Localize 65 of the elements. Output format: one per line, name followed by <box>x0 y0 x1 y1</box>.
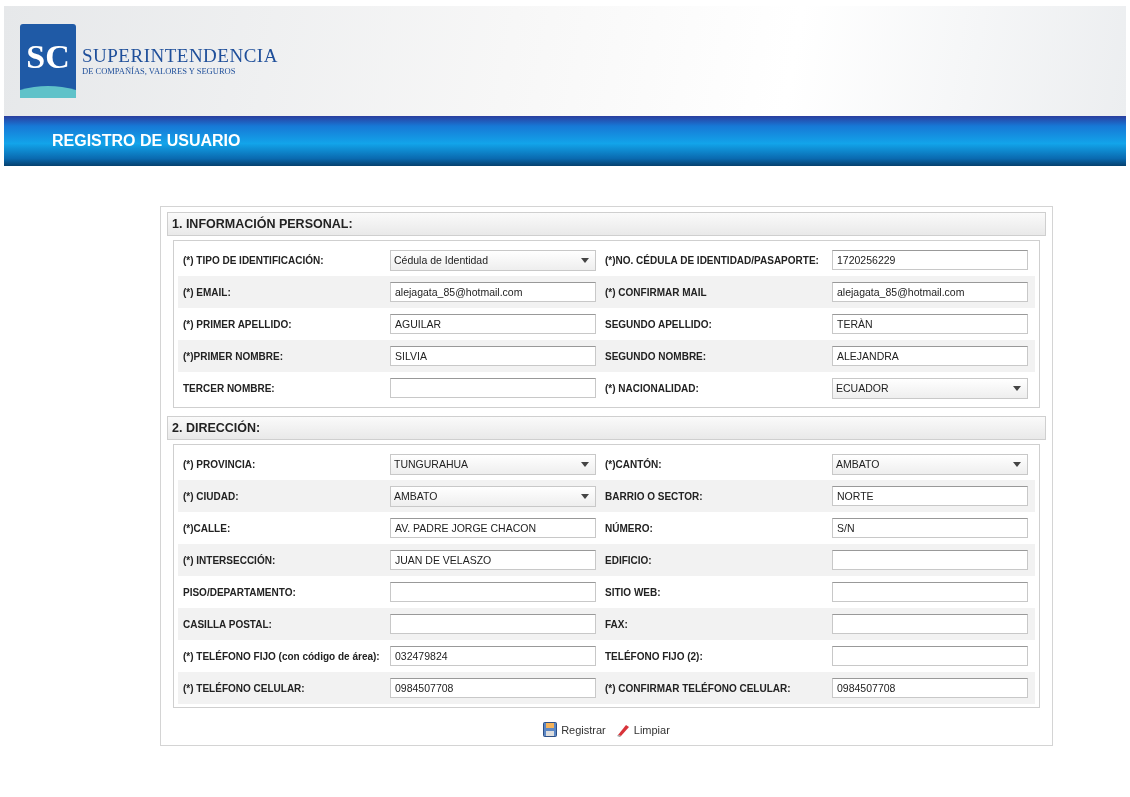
field-label: CASILLA POSTAL: <box>182 618 273 630</box>
field-label: TERCER NOMBRE: <box>182 382 276 394</box>
dropdown[interactable]: TUNGURAHUA <box>390 453 596 475</box>
dropdown[interactable]: AMBATO <box>390 485 596 507</box>
input-field[interactable]: alejagata_85@hotmail.com <box>832 282 1028 302</box>
input-field[interactable]: 1720256229 <box>832 250 1028 270</box>
field-label: (*) CIUDAD: <box>182 490 240 502</box>
field-label: NÚMERO: <box>604 522 654 534</box>
field-label: (*)NO. CÉDULA DE IDENTIDAD/PASAPORTE: <box>604 254 820 266</box>
field-label: (*)CALLE: <box>182 522 232 534</box>
input-field[interactable]: SILVIA <box>390 346 596 366</box>
field-label: (*) PRIMER APELLIDO: <box>182 318 293 330</box>
eraser-icon <box>615 722 630 737</box>
input-field[interactable] <box>390 378 596 398</box>
caret-icon <box>1013 461 1021 467</box>
field-label: (*) TELÉFONO FIJO (con código de área): <box>182 650 381 662</box>
input-field[interactable] <box>832 550 1028 570</box>
input-field[interactable]: ALEJANDRA <box>832 346 1028 366</box>
field-label: FAX: <box>604 618 629 630</box>
field-label: SITIO WEB: <box>604 586 662 598</box>
input-field[interactable] <box>390 582 596 602</box>
clear-link[interactable]: Limpiar <box>615 722 670 737</box>
dropdown[interactable]: AMBATO <box>832 453 1028 475</box>
section-title: 2. DIRECCIÓN: <box>172 421 261 435</box>
input-field[interactable] <box>832 582 1028 602</box>
input-field[interactable]: JUAN DE VELASZO <box>390 550 596 570</box>
field-label: (*)PRIMER NOMBRE: <box>182 350 284 362</box>
field-label: (*)CANTÓN: <box>604 458 663 470</box>
input-field[interactable] <box>832 614 1028 634</box>
input-field[interactable]: AV. PADRE JORGE CHACON <box>390 518 596 538</box>
input-field[interactable]: AGUILAR <box>390 314 596 334</box>
input-field[interactable]: S/N <box>832 518 1028 538</box>
field-label: (*) NACIONALIDAD: <box>604 382 700 394</box>
dropdown[interactable]: ECUADOR <box>832 377 1028 399</box>
field-label: (*) EMAIL: <box>182 286 232 298</box>
input-field[interactable]: NORTE <box>832 486 1028 506</box>
dropdown[interactable]: Cédula de Identidad <box>390 249 596 271</box>
caret-icon <box>581 257 589 263</box>
register-link[interactable]: Registrar <box>543 722 606 737</box>
field-label: EDIFICIO: <box>604 554 653 566</box>
field-label: PISO/DEPARTAMENTO: <box>182 586 297 598</box>
caret-icon <box>1013 385 1021 391</box>
input-field[interactable]: 032479824 <box>390 646 596 666</box>
input-field[interactable] <box>832 646 1028 666</box>
logo-subtitle: DE COMPAÑÍAS, VALORES Y SEGUROS <box>82 66 237 76</box>
field-label: BARRIO O SECTOR: <box>604 490 704 502</box>
caret-icon <box>581 493 589 499</box>
input-field[interactable] <box>390 614 596 634</box>
field-label: (*) INTERSECCIÓN: <box>182 554 277 566</box>
field-label: SEGUNDO APELLIDO: <box>604 318 713 330</box>
field-label: (*) TELÉFONO CELULAR: <box>182 682 306 694</box>
field-label: (*) TIPO DE IDENTIFICACIÓN: <box>182 254 325 266</box>
field-label: (*) CONFIRMAR MAIL <box>604 286 708 298</box>
caret-icon <box>581 461 589 467</box>
input-field[interactable]: 0984507708 <box>390 678 596 698</box>
field-label: (*) PROVINCIA: <box>182 458 257 470</box>
logo-name: SUPERINTENDENCIA <box>82 46 278 66</box>
input-field[interactable]: alejagata_85@hotmail.com <box>390 282 596 302</box>
input-field[interactable]: TERÀN <box>832 314 1028 334</box>
input-field[interactable]: 0984507708 <box>832 678 1028 698</box>
field-label: (*) CONFIRMAR TELÉFONO CELULAR: <box>604 682 792 694</box>
page-title: REGISTRO DE USUARIO <box>52 132 241 150</box>
field-label: SEGUNDO NOMBRE: <box>604 350 708 362</box>
section-title: 1. INFORMACIÓN PERSONAL: <box>172 217 353 231</box>
field-label: TELÉFONO FIJO (2): <box>604 650 704 662</box>
